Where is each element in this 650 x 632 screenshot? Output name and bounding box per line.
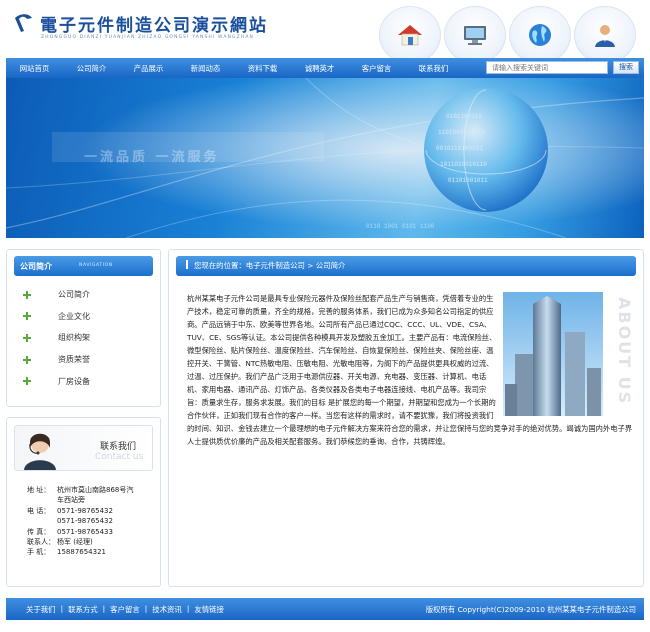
footer-link-messages[interactable]: 客户留言 [110, 604, 140, 615]
hero-banner: 0101100110 1101001011010 0010110100101 1… [6, 78, 644, 238]
nav-item-jobs[interactable]: 诚聘英才 [291, 63, 348, 74]
sidebar-item-label: 公司简介 [58, 290, 90, 300]
globe-icon[interactable] [509, 6, 571, 64]
address-value: 杭州市莫山南路868号汽 [57, 486, 134, 494]
breadcrumb-current[interactable]: 公司简介 [316, 261, 346, 270]
plus-icon [23, 312, 31, 321]
computer-icon[interactable] [444, 6, 506, 64]
breadcrumb: 您现在的位置：电子元件制造公司 > 公司简介 [176, 256, 636, 276]
nav-item-messages[interactable]: 客户留言 [348, 63, 405, 74]
sidebar-item-label: 资质荣誉 [58, 355, 90, 365]
sidebar-item-structure[interactable]: 组织构架 [7, 327, 160, 349]
mobile-label: 手 机： [27, 548, 51, 557]
contact-title-en: Contact us [95, 452, 144, 462]
sidebar-item-company-profile[interactable]: 公司简介 [7, 284, 160, 306]
site-title[interactable]: 電子元件制造公司演示網站 [40, 11, 268, 36]
address-value-2: 车西站旁 [57, 496, 85, 505]
footer-link-about[interactable]: 关于我们 [26, 604, 56, 615]
copyright: 版权所有 Copyright(C)2009-2010 杭州某某电子元件制造公司 [425, 605, 636, 614]
footer-separator: | [144, 603, 148, 613]
nav-item-home[interactable]: 网站首页 [6, 63, 63, 74]
plus-icon [23, 290, 31, 299]
breadcrumb-separator: > [304, 261, 316, 270]
support-agent-icon [24, 433, 56, 470]
contact-person-value: 杨军 (经理) [57, 538, 93, 547]
breadcrumb-home-link[interactable]: 电子元件制造公司 [246, 261, 305, 270]
contact-details: 地 址： 杭州市莫山南路868号汽 车西站旁 电 话： 0571-98765432 … [27, 485, 160, 558]
plus-icon [23, 333, 31, 342]
nav-item-contact[interactable]: 联系我们 [405, 63, 462, 74]
mobile-value: 15887654321 [57, 548, 106, 557]
footer-link-tech[interactable]: 技术资讯 [152, 604, 182, 615]
about-article: ABOUT US 杭州某某电子元件公司是最具专业保险元器件及保险丝配套产品生产与… [187, 292, 635, 448]
plus-icon [23, 377, 31, 386]
plus-icon [23, 355, 31, 364]
banner-slogan: 一流品质 一流服务 [84, 150, 220, 165]
sidebar-item-culture[interactable]: 企业文化 [7, 306, 160, 328]
sidebar-item-facilities[interactable]: 厂房设备 [7, 370, 160, 392]
sidebar-item-label: 厂房设备 [58, 376, 90, 386]
about-us-watermark: ABOUT US [615, 297, 634, 406]
footer-link-contact[interactable]: 联系方式 [68, 604, 98, 615]
breadcrumb-marker [186, 260, 188, 269]
phone-value-2: 0571-98765432 [57, 517, 113, 526]
contact-card: 联系我们 Contact us [14, 425, 153, 471]
footer-links: 关于我们 | 联系方式 | 客户留言 | 技术资讯 | 友情链接 [6, 604, 224, 615]
nav-item-products[interactable]: 产品展示 [120, 63, 177, 74]
footer-separator: | [60, 603, 64, 613]
logo-icon [15, 14, 32, 32]
contact-title: 联系我们 [100, 442, 137, 452]
site-footer: 关于我们 | 联系方式 | 客户留言 | 技术资讯 | 友情链接 版权所有 Co… [6, 598, 644, 620]
phone-label: 电 话： [27, 506, 51, 515]
footer-separator: | [186, 603, 190, 613]
sidebar-item-honors[interactable]: 资质荣誉 [7, 349, 160, 371]
category-panel: 公司简介 NAVIGATION 公司简介 企业文化 组织构架 资质荣誉 厂房设备 [6, 249, 161, 407]
fax-value: 0571-98765433 [57, 527, 113, 536]
phone-value: 0571-98765432 [57, 506, 113, 515]
nav-item-downloads[interactable]: 资料下载 [234, 63, 291, 74]
site-pinyin: ZHONGGUO DIANZI YUANJIAN ZHIZAO GONGSI Y… [41, 35, 255, 40]
footer-separator: | [102, 603, 106, 613]
building-photo: ABOUT US [503, 292, 635, 416]
footer-link-friends[interactable]: 友情链接 [194, 604, 224, 615]
contact-person-label: 联系人： [27, 538, 55, 547]
category-title-en: NAVIGATION [79, 263, 113, 268]
home-icon[interactable] [379, 6, 441, 64]
nav-item-news[interactable]: 新闻动态 [177, 63, 234, 74]
fax-label: 传 真： [27, 527, 51, 536]
category-header: 公司简介 NAVIGATION [14, 256, 153, 276]
contact-panel: 联系我们 Contact us 地 址： 杭州市莫山南路868号汽 车西站旁 电 … [6, 417, 161, 587]
content-panel: 您现在的位置：电子元件制造公司 > 公司简介 ABOUT US 杭州某某电子元件… [168, 249, 644, 587]
user-icon[interactable] [574, 6, 636, 64]
search-input[interactable] [486, 61, 608, 74]
search-button[interactable]: 搜索 [613, 61, 639, 74]
category-list: 公司简介 企业文化 组织构架 资质荣誉 厂房设备 [7, 284, 160, 392]
sidebar-item-label: 企业文化 [58, 311, 90, 321]
category-title: 公司简介 [20, 262, 52, 271]
main-nav: 网站首页 公司简介 产品展示 新闻动态 资料下载 诚聘英才 客户留言 联系我们 … [6, 58, 644, 78]
sidebar-item-label: 组织构架 [58, 333, 90, 343]
nav-item-about[interactable]: 公司简介 [63, 63, 120, 74]
site-header: 電子元件制造公司演示網站 ZHONGGUO DIANZI YUANJIAN ZH… [0, 0, 650, 64]
address-label: 地 址： [27, 486, 51, 494]
breadcrumb-prefix: 您现在的位置： [194, 261, 246, 270]
